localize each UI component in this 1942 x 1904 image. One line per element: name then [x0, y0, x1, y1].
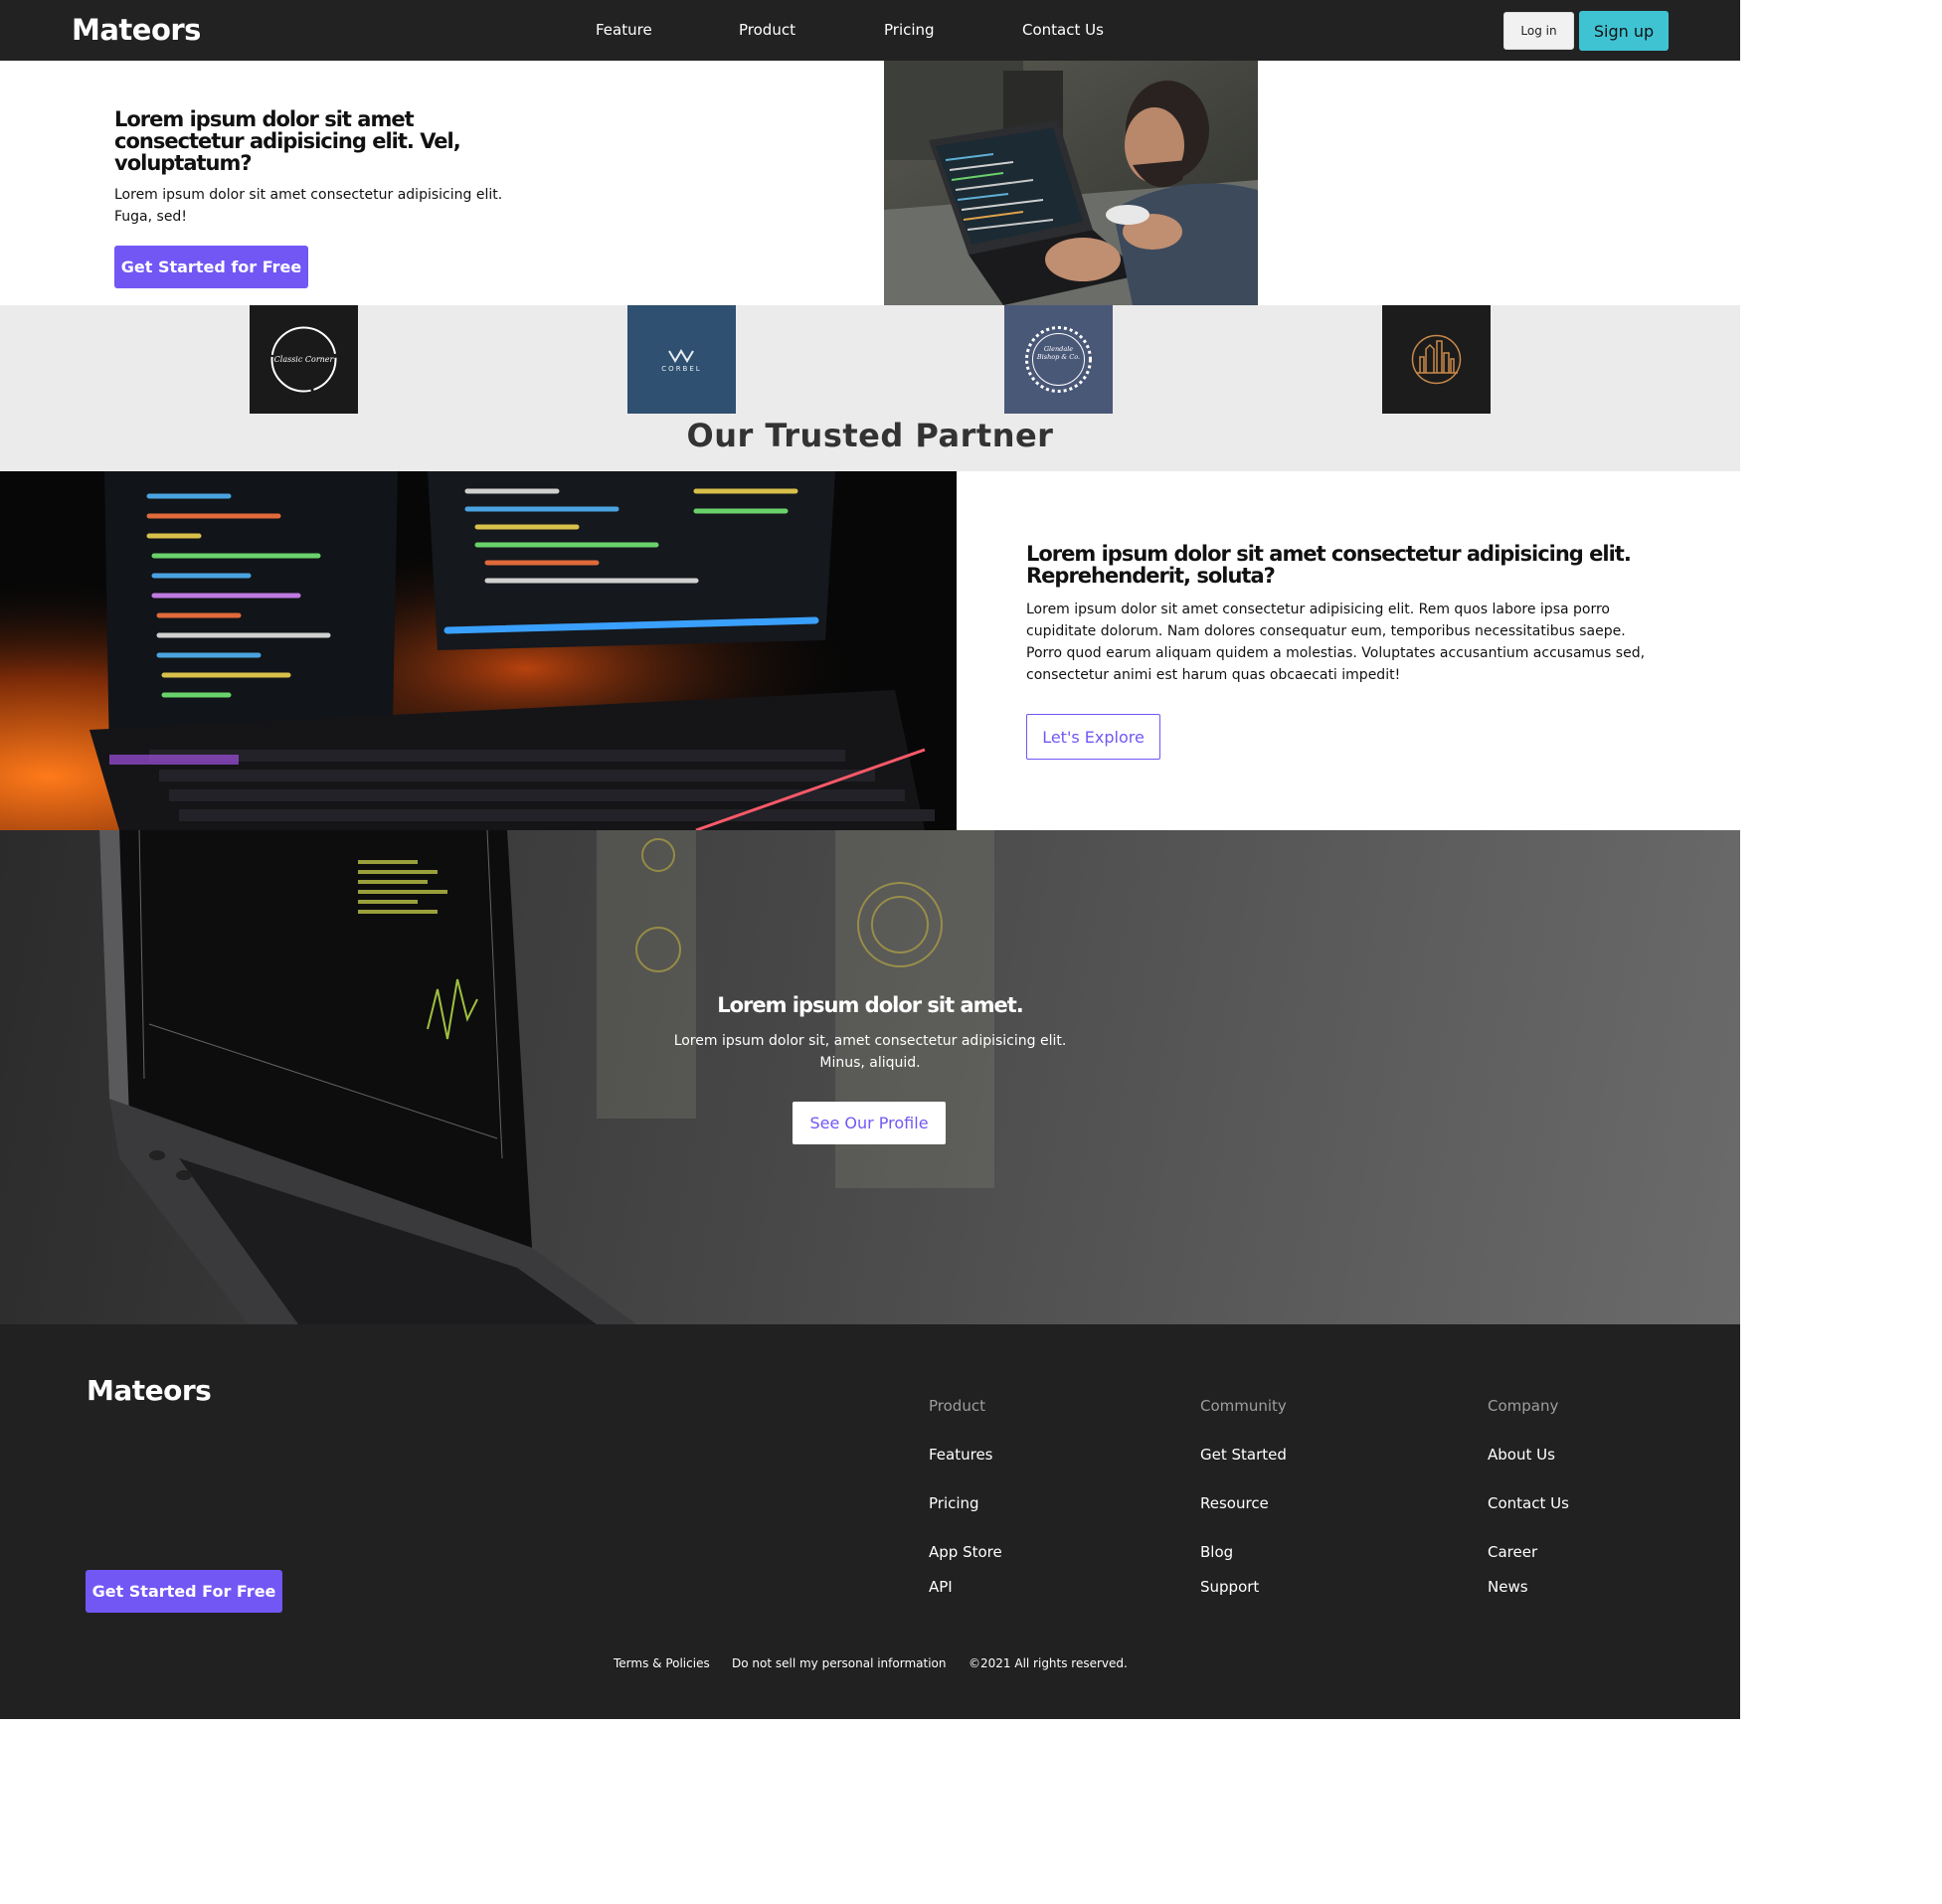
nav-link-feature[interactable]: Feature — [596, 21, 652, 39]
site-footer: Mateors Get Started For Free Product Fea… — [0, 1324, 1740, 1719]
banner-laptop-image — [99, 830, 994, 1324]
see-profile-button[interactable]: See Our Profile — [793, 1102, 946, 1144]
copyright-text: ©2021 All rights reserved. — [969, 1656, 1128, 1670]
partner-logo-text: Classic Corner — [274, 355, 335, 364]
footer-link-support[interactable]: Support — [1200, 1578, 1259, 1596]
footer-link-pricing[interactable]: Pricing — [929, 1494, 979, 1512]
nav-link-pricing[interactable]: Pricing — [884, 21, 935, 39]
signup-button[interactable]: Sign up — [1579, 11, 1669, 51]
footer-heading-community: Community — [1200, 1397, 1287, 1415]
hero-title: Lorem ipsum dolor sit amet consectetur a… — [114, 107, 461, 175]
login-button[interactable]: Log in — [1503, 12, 1574, 50]
footer-link-get-started[interactable]: Get Started — [1200, 1446, 1287, 1464]
footer-brand-logo[interactable]: Mateors — [87, 1374, 212, 1407]
top-navbar: Mateors Feature Product Pricing Contact … — [0, 0, 1740, 61]
partners-section: Classic Corner CORBEL Glendale Bishop & … — [0, 305, 1740, 471]
footer-link-blog[interactable]: Blog — [1200, 1543, 1233, 1561]
feature-title: Lorem ipsum dolor sit amet consectetur a… — [1026, 542, 1632, 588]
hero-image-man-coding — [884, 61, 1258, 305]
terms-link[interactable]: Terms & Policies — [614, 1656, 710, 1670]
footer-link-career[interactable]: Career — [1488, 1543, 1537, 1561]
glendale-badge-logo: Glendale Bishop & Co. — [1004, 305, 1113, 414]
brand-logo[interactable]: Mateors — [72, 13, 201, 47]
classic-circle-logo: Classic Corner — [250, 305, 358, 414]
partner-logo-text: CORBEL — [661, 365, 701, 373]
partners-title: Our Trusted Partner — [686, 417, 1054, 454]
lets-explore-button[interactable]: Let's Explore — [1026, 714, 1160, 760]
feature-text: Lorem ipsum dolor sit amet consectetur a… — [1026, 602, 1646, 683]
footer-link-features[interactable]: Features — [929, 1446, 993, 1464]
footer-link-app-store[interactable]: App Store — [929, 1543, 1002, 1561]
footer-link-api[interactable]: API — [929, 1578, 953, 1596]
privacy-link[interactable]: Do not sell my personal information — [732, 1656, 946, 1670]
banner-text: Lorem ipsum dolor sit, amet consectetur … — [673, 1033, 1067, 1071]
footer-link-resource[interactable]: Resource — [1200, 1494, 1269, 1512]
footer-get-started-button[interactable]: Get Started For Free — [86, 1570, 282, 1613]
nav-link-product[interactable]: Product — [739, 21, 795, 39]
footer-link-news[interactable]: News — [1488, 1578, 1528, 1596]
landing-page: Mateors Feature Product Pricing Contact … — [0, 0, 1740, 1719]
partner-logo-text: Glendale Bishop & Co. — [1036, 345, 1081, 361]
footer-link-about-us[interactable]: About Us — [1488, 1446, 1555, 1464]
corbel-logo: CORBEL — [627, 305, 736, 414]
get-started-button[interactable]: Get Started for Free — [114, 246, 308, 288]
feature-image-code-monitors — [0, 471, 957, 830]
city-skyline-logo — [1382, 305, 1491, 414]
hero-text: Lorem ipsum dolor sit amet consectetur a… — [114, 187, 503, 225]
banner-title: Lorem ipsum dolor sit amet. — [717, 993, 1024, 1017]
footer-link-contact-us[interactable]: Contact Us — [1488, 1494, 1569, 1512]
footer-heading-company: Company — [1488, 1397, 1559, 1415]
nav-link-contact[interactable]: Contact Us — [1022, 21, 1104, 39]
profile-banner: Lorem ipsum dolor sit amet. Lorem ipsum … — [0, 830, 1740, 1324]
footer-heading-product: Product — [929, 1397, 985, 1415]
